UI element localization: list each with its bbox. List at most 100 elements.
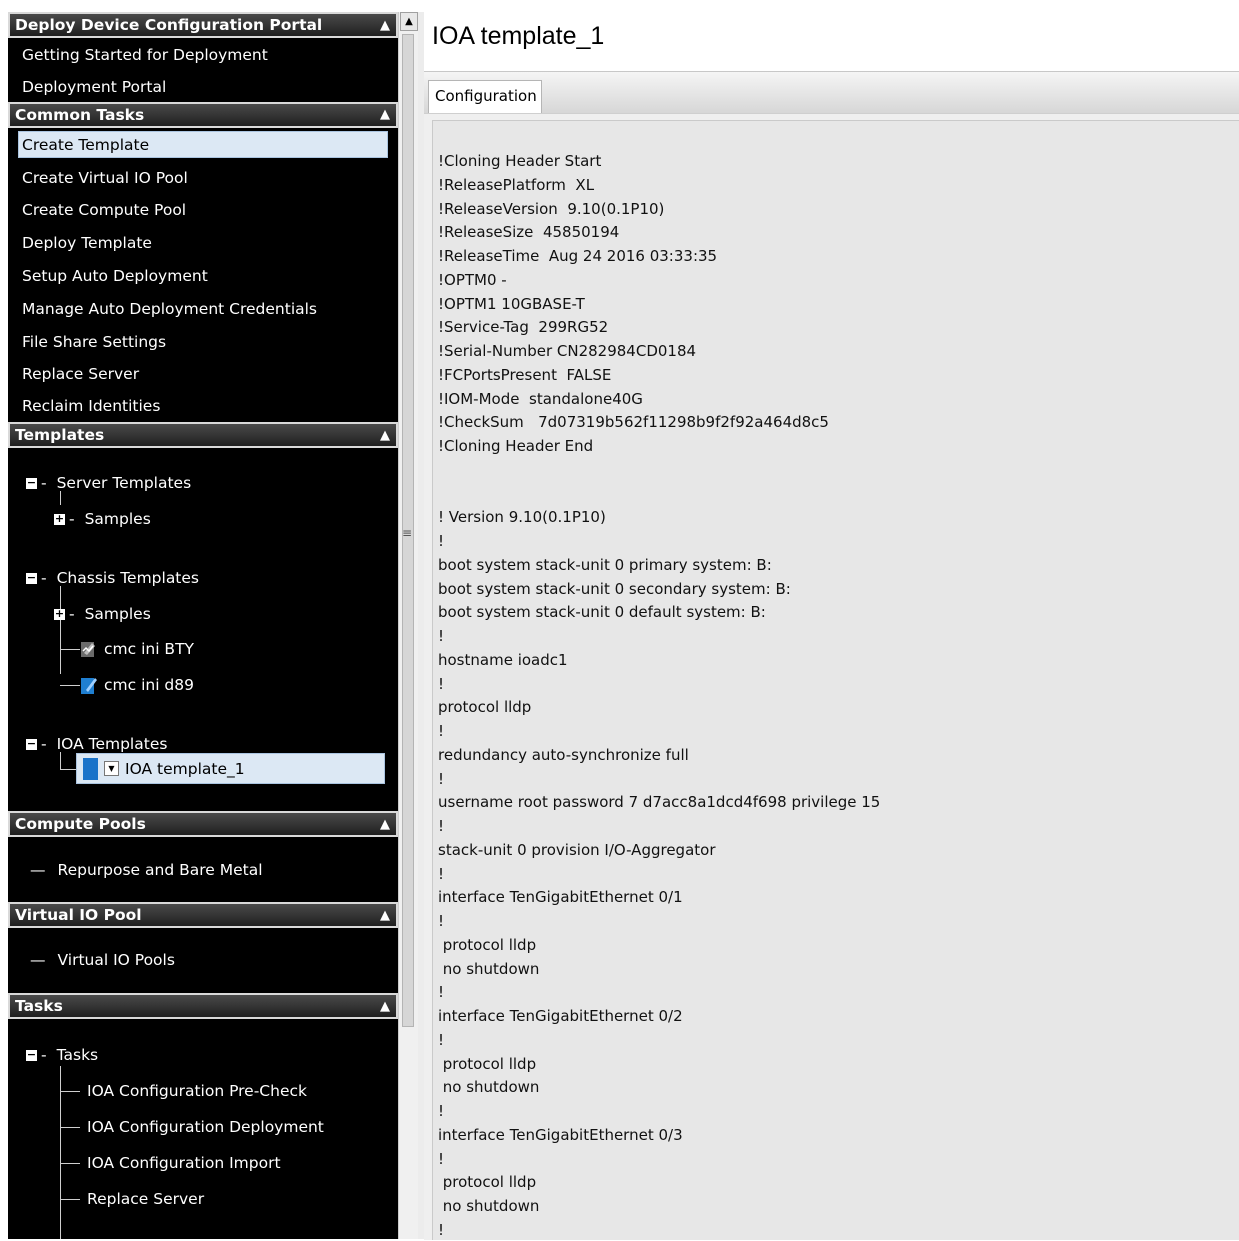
section-title: Tasks [15, 997, 63, 1016]
config-line: !ReleaseVersion 9.10(0.1P10) [438, 199, 665, 218]
config-line: no shutdown [438, 1197, 540, 1215]
tree-node-replace-server[interactable]: Replace Server [87, 1187, 204, 1211]
minus-box-icon[interactable]: − [26, 738, 37, 750]
config-line: username root password 7 d7acc8a1dcd4f69… [438, 793, 881, 812]
tab-configuration[interactable]: Configuration [428, 80, 542, 113]
tree-label: Server Templates [56, 474, 192, 493]
minus-box-icon[interactable]: − [26, 572, 37, 584]
template-edit-icon [80, 639, 98, 659]
section-title: Virtual IO Pool [15, 906, 142, 925]
tree-label: Tasks [56, 1046, 99, 1065]
config-line: ! [438, 817, 445, 835]
configuration-text-area[interactable] [432, 120, 1239, 1240]
config-line: interface TenGigabitEthernet 0/1 [438, 888, 683, 907]
section-header-virtual-io-pool[interactable]: Virtual IO Pool ▲ [8, 902, 398, 929]
arrow-up-icon[interactable]: ▲ [400, 12, 418, 31]
config-line: ! Version 9.10(0.1P10) [438, 508, 606, 527]
nav-create-template[interactable]: Create Template [8, 129, 398, 162]
tree-label: IOA Configuration Pre-Check [87, 1082, 307, 1101]
nav-setup-auto-deployment[interactable]: Setup Auto Deployment [8, 260, 398, 293]
config-line: ! [438, 769, 445, 788]
tree-node-server-samples[interactable]: + - Samples [54, 507, 151, 531]
config-line: ! [438, 674, 445, 693]
virtual-io-tree: — Virtual IO Pools [8, 929, 398, 993]
tree-label: Repurpose and Bare Metal [57, 861, 263, 880]
nav-getting-started[interactable]: Getting Started for Deployment [8, 39, 398, 72]
config-line: protocol lldp [438, 1173, 537, 1192]
section-title: Compute Pools [15, 815, 146, 834]
config-line: protocol lldp [438, 935, 537, 954]
nav-scrollbar[interactable]: ▲ [398, 12, 419, 1239]
config-line: !OPTM1 10GBASE-T [438, 294, 585, 313]
tree-label: Virtual IO Pools [57, 951, 175, 970]
chevron-up-icon[interactable]: ▲ [380, 908, 390, 923]
config-line: !ReleaseSize 45850194 [438, 223, 620, 242]
config-line: ! [438, 1149, 445, 1168]
nav-deployment-portal[interactable]: Deployment Portal [8, 72, 398, 102]
chevron-up-icon[interactable]: ▲ [380, 428, 390, 443]
navigation-panel: Deploy Device Configuration Portal ▲ Get… [8, 12, 398, 1239]
tree-node-ioa-template-1[interactable]: ▼ IOA template_1 [76, 753, 385, 785]
nav-deploy-template[interactable]: Deploy Template [8, 227, 398, 260]
nav-replace-server[interactable]: Replace Server [8, 358, 398, 391]
tree-node-server-templates[interactable]: − - Server Templates [26, 471, 191, 495]
tree-label: Chassis Templates [56, 569, 199, 588]
nav-manage-auto-deployment-credentials[interactable]: Manage Auto Deployment Credentials [8, 293, 398, 326]
chevron-up-icon[interactable]: ▲ [380, 817, 390, 832]
section-header-templates[interactable]: Templates ▲ [8, 422, 398, 449]
tree-label: IOA Configuration Import [87, 1154, 281, 1173]
plus-box-icon[interactable]: + [54, 608, 65, 620]
config-line: !Cloning Header End [438, 437, 594, 455]
section-header-tasks[interactable]: Tasks ▲ [8, 993, 398, 1020]
config-line: ! [438, 983, 445, 1002]
section-title: Common Tasks [15, 105, 145, 124]
config-line: ! [438, 912, 445, 930]
config-line: boot system stack-unit 0 secondary syste… [438, 579, 791, 598]
file-icon [83, 757, 98, 780]
config-line: boot system stack-unit 0 primary system:… [438, 555, 772, 574]
minus-box-icon[interactable]: − [26, 477, 37, 489]
tree-node-ioa-deployment[interactable]: IOA Configuration Deployment [87, 1115, 324, 1139]
tasks-tree: − - Tasks IOA Configuration Pre-Check IOA… [8, 1020, 398, 1239]
minus-box-icon[interactable]: − [26, 1049, 37, 1061]
tree-label: Replace Server [87, 1190, 205, 1209]
nav-reclaim-identities[interactable]: Reclaim Identities [8, 391, 398, 422]
section-title: Templates [15, 426, 105, 445]
section-header-compute-pools[interactable]: Compute Pools ▲ [8, 811, 398, 838]
section-header-common-tasks[interactable]: Common Tasks ▲ [8, 101, 398, 128]
template-edit-icon [80, 675, 98, 695]
templates-tree: − - Server Templates + - Samples − - Chassi… [8, 449, 398, 811]
config-line: !Serial-Number CN282984CD0184 [438, 342, 697, 360]
tree-node-virtual-io-pools[interactable]: — Virtual IO Pools [30, 948, 175, 972]
config-line: protocol lldp [438, 1054, 537, 1073]
tree-node-cmc-ini-bty[interactable]: cmc ini BTY [80, 637, 194, 661]
config-line: !OPTM0 - [438, 270, 507, 289]
plus-box-icon[interactable]: + [54, 513, 65, 525]
tree-label: cmc ini BTY [104, 640, 195, 659]
tree-node-ioa-precheck[interactable]: IOA Configuration Pre-Check [87, 1079, 307, 1103]
chevron-up-icon[interactable]: ▲ [380, 18, 390, 33]
chevron-up-icon[interactable]: ▲ [380, 107, 390, 122]
section-header-deploy-portal[interactable]: Deploy Device Configuration Portal ▲ [8, 12, 398, 38]
config-line: ! [438, 864, 445, 883]
tree-dash: — [30, 861, 46, 880]
nav-create-virtual-io-pool[interactable]: Create Virtual IO Pool [8, 162, 398, 195]
nav-file-share-settings[interactable]: File Share Settings [8, 326, 398, 359]
tree-node-tasks[interactable]: − - Tasks [26, 1043, 98, 1067]
dropdown-arrow-icon[interactable]: ▼ [104, 761, 119, 777]
config-line: no shutdown [438, 1078, 540, 1097]
tree-dash: — [30, 951, 46, 970]
config-line: hostname ioadc1 [438, 650, 568, 669]
tree-node-cmc-ini-d89[interactable]: cmc ini d89 [80, 673, 194, 697]
tree-node-chassis-samples[interactable]: + - Samples [54, 602, 151, 626]
config-line: !Service-Tag 299RG52 [438, 318, 609, 337]
chevron-up-icon[interactable]: ▲ [380, 999, 390, 1014]
nav-create-compute-pool[interactable]: Create Compute Pool [8, 194, 398, 227]
config-line: ! [438, 627, 445, 645]
grip-icon[interactable]: ≡ [400, 526, 414, 540]
tree-node-chassis-templates[interactable]: − - Chassis Templates [26, 566, 199, 590]
tree-node-ioa-import[interactable]: IOA Configuration Import [87, 1151, 281, 1175]
config-line: protocol lldp [438, 698, 532, 717]
tree-node-repurpose-bare-metal[interactable]: — Repurpose and Bare Metal [30, 858, 263, 882]
tree-label: IOA Templates [56, 735, 168, 754]
